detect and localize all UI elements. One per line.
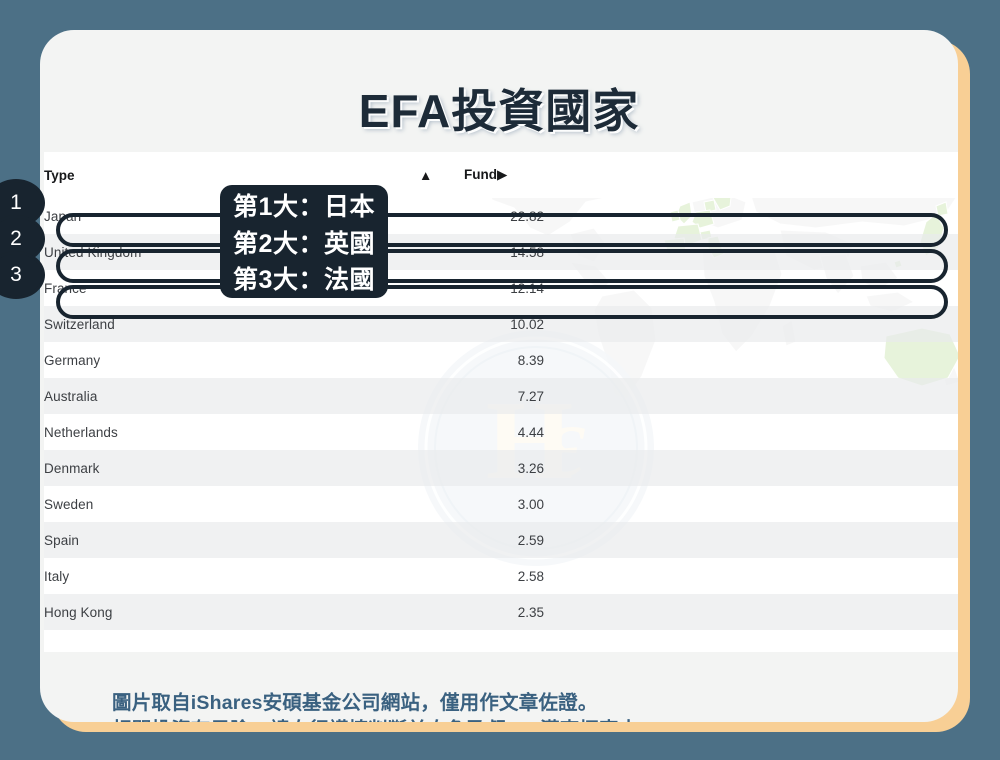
cell-country: Italy bbox=[44, 558, 419, 594]
cell-map-area bbox=[544, 378, 958, 414]
cell-spacer bbox=[419, 486, 464, 522]
table-body: Japan 22.82 United Kingdom 14.58 France 12.14… bbox=[44, 198, 958, 630]
sort-ascending-icon[interactable]: ▲ bbox=[419, 152, 464, 198]
cell-fund-value: 12.14 bbox=[464, 270, 544, 306]
table-row[interactable]: Denmark 3.26 bbox=[44, 450, 958, 486]
holdings-table: Type ▲ Fund▶ Japan 22.82 United Kingdom 14.… bbox=[44, 152, 958, 630]
cell-spacer bbox=[419, 414, 464, 450]
cell-map-area bbox=[544, 594, 958, 630]
cell-country: Australia bbox=[44, 378, 419, 414]
table-row[interactable]: Switzerland 10.02 bbox=[44, 306, 958, 342]
table-header-row: Type ▲ Fund▶ bbox=[44, 152, 958, 198]
table-row[interactable]: Sweden 3.00 bbox=[44, 486, 958, 522]
cell-fund-value: 7.27 bbox=[464, 378, 544, 414]
cell-spacer bbox=[419, 450, 464, 486]
cell-map-area bbox=[544, 198, 958, 234]
cell-map-area bbox=[544, 558, 958, 594]
column-header-fund[interactable]: Fund▶ bbox=[464, 152, 544, 198]
table-row[interactable]: Japan 22.82 bbox=[44, 198, 958, 234]
cell-spacer bbox=[419, 342, 464, 378]
cell-spacer bbox=[419, 306, 464, 342]
table-panel: H ε Type ▲ Fund▶ Japan22.82United Kingdo… bbox=[44, 152, 958, 652]
table-row[interactable]: France 12.14 bbox=[44, 270, 958, 306]
cell-map-area bbox=[544, 342, 958, 378]
cell-fund-value: 3.00 bbox=[464, 486, 544, 522]
cell-fund-value: 2.58 bbox=[464, 558, 544, 594]
table-row[interactable]: Italy 2.58 bbox=[44, 558, 958, 594]
cell-spacer bbox=[419, 558, 464, 594]
callout-rank-1: 第1大：日本 bbox=[220, 185, 388, 225]
main-card: EFA投資國家 Type ▲ Fund▶ Japan 22.82 United … bbox=[40, 30, 958, 722]
cell-fund-value: 14.58 bbox=[464, 234, 544, 270]
cell-fund-value: 3.26 bbox=[464, 450, 544, 486]
table-row[interactable]: Germany 8.39 bbox=[44, 342, 958, 378]
cell-country: Germany bbox=[44, 342, 419, 378]
cell-spacer bbox=[419, 198, 464, 234]
cell-country: Netherlands bbox=[44, 414, 419, 450]
cell-fund-value: 2.59 bbox=[464, 522, 544, 558]
cell-map-area bbox=[544, 522, 958, 558]
table-row[interactable]: Spain 2.59 bbox=[44, 522, 958, 558]
cell-map-area bbox=[544, 234, 958, 270]
cell-spacer bbox=[419, 234, 464, 270]
table-row[interactable]: Netherlands 4.44 bbox=[44, 414, 958, 450]
cell-map-area bbox=[544, 486, 958, 522]
cell-country: Spain bbox=[44, 522, 419, 558]
footer-disclaimer-line-2: 相關投資有風險，請自行謹慎判斷並自負盈虧 bbox=[112, 717, 506, 722]
table-row[interactable]: Hong Kong 2.35 bbox=[44, 594, 958, 630]
cell-fund-value: 22.82 bbox=[464, 198, 544, 234]
cell-country: Sweden bbox=[44, 486, 419, 522]
cell-spacer bbox=[419, 594, 464, 630]
cell-fund-value: 10.02 bbox=[464, 306, 544, 342]
cell-fund-value: 8.39 bbox=[464, 342, 544, 378]
footer-brand: 漢克探索中 hankexploring.com bbox=[540, 717, 826, 722]
cell-map-area bbox=[544, 414, 958, 450]
cell-map-area bbox=[544, 270, 958, 306]
cell-fund-value: 2.35 bbox=[464, 594, 544, 630]
cell-country: Denmark bbox=[44, 450, 419, 486]
cell-country: Hong Kong bbox=[44, 594, 419, 630]
footer: 圖片取自iShares安碩基金公司網站，僅用作文章佐證。 相關投資有風險，請自行… bbox=[112, 690, 958, 722]
cell-fund-value: 4.44 bbox=[464, 414, 544, 450]
rank-badge-3: 3 bbox=[0, 254, 42, 296]
table-row[interactable]: United Kingdom 14.58 bbox=[44, 234, 958, 270]
footer-disclaimer-line-1: 圖片取自iShares安碩基金公司網站，僅用作文章佐證。 bbox=[112, 692, 598, 714]
footer-line-2: 相關投資有風險，請自行謹慎判斷並自負盈虧 漢克探索中 hankexploring… bbox=[112, 717, 958, 722]
table-row[interactable]: Australia 7.27 bbox=[44, 378, 958, 414]
cell-map-area bbox=[544, 306, 958, 342]
cell-map-area bbox=[544, 450, 958, 486]
page-title: EFA投資國家 bbox=[358, 85, 640, 137]
cell-country: Switzerland bbox=[44, 306, 419, 342]
cell-spacer bbox=[419, 270, 464, 306]
cell-spacer bbox=[419, 522, 464, 558]
callout-rank-2: 第2大：英國 bbox=[220, 222, 388, 262]
cell-spacer bbox=[419, 378, 464, 414]
callout-rank-3: 第3大：法國 bbox=[220, 258, 388, 298]
column-header-spacer bbox=[544, 152, 958, 198]
